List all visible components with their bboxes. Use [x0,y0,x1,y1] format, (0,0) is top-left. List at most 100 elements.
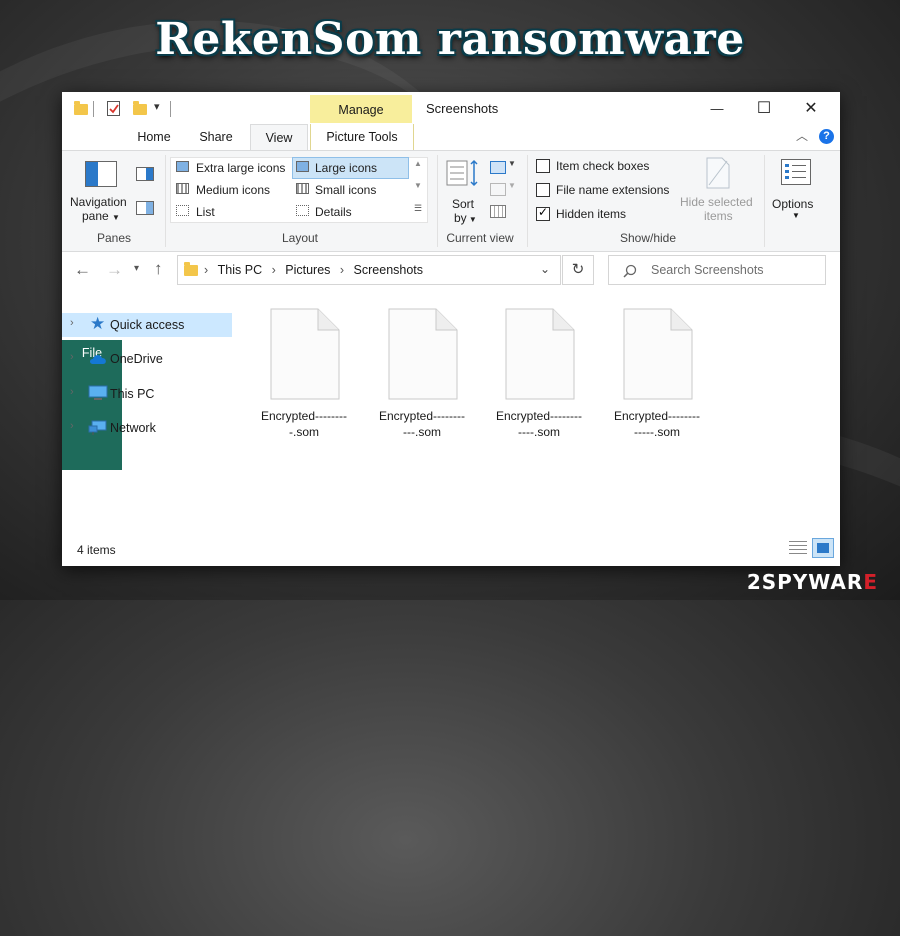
divider [437,155,438,247]
panes-group-label: Panes [96,231,132,245]
sort-by-button[interactable]: Sort by ▼ [444,155,480,227]
current-view-group-label: Current view [446,231,514,245]
file-name: Encrypted-------- ---.som [379,409,465,439]
file-name-extensions-label[interactable]: File name extensions [556,183,669,197]
nav-item-quick-access[interactable]: › ★ Quick access [62,313,232,337]
up-arrow-icon[interactable]: ↑ [154,259,163,279]
medium-icons-icon [176,183,189,194]
properties-icon[interactable] [106,100,122,117]
layout-details[interactable]: Details [315,205,352,219]
details-view-icon[interactable] [789,541,807,555]
item-check-boxes-label[interactable]: Item check boxes [556,159,649,173]
chevron-right-icon[interactable]: › [70,317,74,329]
status-item-count: 4 items [77,543,116,557]
nav-item-network[interactable]: › Network [62,416,232,440]
file-item[interactable]: Encrypted-------- -----.som [607,308,707,439]
watermark-logo: 2SPYWARE [746,570,878,594]
tab-view[interactable]: View [250,124,308,151]
close-icon: ✕ [804,100,818,117]
file-explorer-window: ▾ Manage Screenshots — ☐ ✕ File Home Sha… [62,92,840,566]
refresh-button[interactable]: ↻ [562,255,594,285]
chevron-right-icon[interactable]: › [70,351,74,363]
file-item[interactable]: Encrypted-------- ---.som [372,308,472,439]
file-name: Encrypted-------- ----.som [496,409,582,439]
computer-icon [88,385,108,400]
small-icons-icon [296,183,309,194]
file-name: Encrypted-------- -----.som [614,409,700,439]
customize-quick-access-icon[interactable]: ▾ [154,100,160,113]
search-box[interactable]: Search Screenshots [608,255,826,285]
help-icon[interactable]: ? [819,129,834,144]
group-by-icon[interactable] [490,161,506,174]
chevron-right-icon[interactable]: › [70,420,74,432]
layout-extra-large-icons[interactable]: Extra large icons [196,161,285,175]
layout-list[interactable]: List [196,205,215,219]
layout-large-icons[interactable]: Large icons [315,161,377,175]
file-item[interactable]: Encrypted-------- -.som [254,308,354,439]
minimize-button[interactable]: — [694,98,740,120]
layout-scroll-down-icon[interactable]: ▼ [414,181,422,190]
breadcrumb-separator: › [339,263,345,277]
options-dropdown-icon: ▼ [792,211,800,220]
collapse-ribbon-icon[interactable]: ︿ [796,127,808,144]
item-check-boxes-checkbox[interactable] [536,159,550,173]
back-arrow-icon[interactable]: ← [74,260,91,280]
tab-home[interactable]: Home [126,124,182,150]
minimize-icon: — [710,101,724,116]
ribbon-tabs: File Home Share View Picture Tools ︿ ? [62,124,840,470]
options-icon [781,159,811,185]
forward-arrow-icon[interactable]: → [106,260,123,280]
large-icons-view-icon[interactable] [812,538,834,558]
close-button[interactable]: ✕ [788,98,834,120]
breadcrumb-this-pc[interactable]: This PC [218,263,262,277]
tab-share[interactable]: Share [188,124,244,150]
breadcrumb-screenshots[interactable]: Screenshots [354,263,423,277]
details-icon [296,205,309,216]
divider [764,155,765,247]
options-button[interactable]: Options ▼ [768,155,824,227]
divider [165,155,166,247]
add-columns-icon [490,183,506,196]
breadcrumb-pictures[interactable]: Pictures [285,263,330,277]
file-item[interactable]: Encrypted-------- ----.som [489,308,589,439]
blank-file-icon [388,308,458,400]
new-folder-icon[interactable] [133,101,147,115]
tab-picture-tools[interactable]: Picture Tools [310,124,414,150]
address-history-chevron-icon[interactable]: ⌄ [540,262,550,276]
folder-icon[interactable] [74,101,88,115]
nav-item-label: Quick access [110,318,185,332]
preview-pane-icon[interactable] [136,167,154,181]
nav-item-label: This PC [110,387,155,401]
maximize-icon: ☐ [756,100,772,117]
details-pane-icon[interactable] [136,201,154,215]
chevron-right-icon[interactable]: › [70,386,74,398]
address-bar[interactable]: › This PC › Pictures › Screenshots ⌄ [177,255,561,285]
navigation-pane-button[interactable]: Navigation pane ▼ [68,155,132,227]
layout-scroll-up-icon[interactable]: ▲ [414,159,422,168]
group-by-dropdown-icon[interactable]: ▼ [508,159,516,168]
layout-small-icons[interactable]: Small icons [315,183,376,197]
title-bar: ▾ Manage Screenshots — ☐ ✕ [62,92,840,124]
hidden-items-label[interactable]: Hidden items [556,207,626,221]
size-columns-icon[interactable] [490,205,506,218]
layout-group-label: Layout [281,231,319,245]
window-title: Screenshots [426,101,499,116]
nav-item-label: Network [110,421,156,435]
manage-context-tab[interactable]: Manage [310,95,412,123]
layout-medium-icons[interactable]: Medium icons [196,183,270,197]
divider [170,101,171,117]
recent-locations-icon[interactable]: ▾ [134,263,139,274]
layout-expand-icon[interactable]: ☰ [414,203,422,214]
nav-item-onedrive[interactable]: › OneDrive [62,347,232,371]
network-icon [88,420,107,435]
file-name-extensions-checkbox[interactable] [536,183,550,197]
file-name: Encrypted-------- -.som [261,409,347,439]
hidden-items-checkbox[interactable] [536,205,550,221]
maximize-button[interactable]: ☐ [741,98,787,120]
sort-icon [446,159,478,187]
headline-title: RekenSom ransomware [155,14,745,65]
nav-item-label: OneDrive [110,352,163,366]
nav-item-this-pc[interactable]: › This PC [62,382,232,406]
cloud-icon [90,355,106,364]
blank-file-icon [505,308,575,400]
